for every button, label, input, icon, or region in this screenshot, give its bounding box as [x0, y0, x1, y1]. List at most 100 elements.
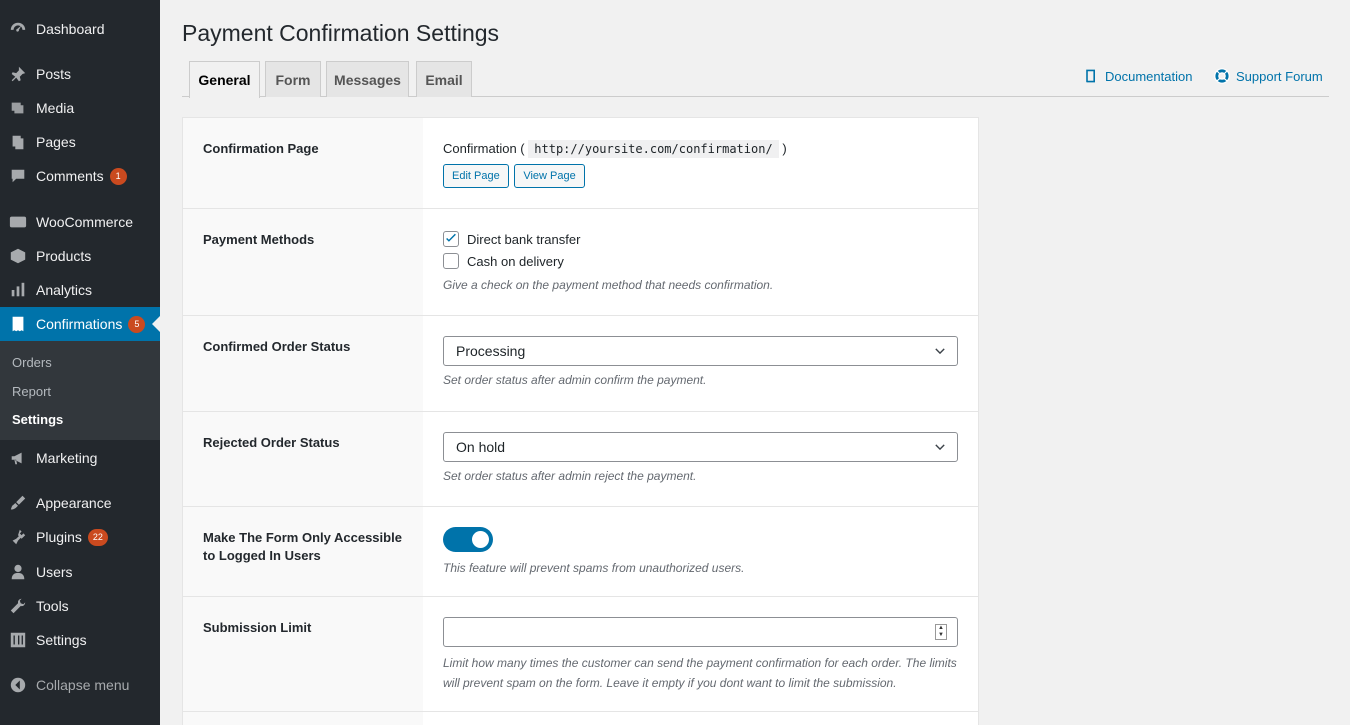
- menu-products[interactable]: Products: [0, 239, 160, 273]
- row-payment-methods: Payment Methods Direct bank transfer Cas…: [183, 209, 978, 316]
- menu-label: Analytics: [36, 282, 93, 298]
- menu-pages[interactable]: Pages: [0, 125, 160, 159]
- submission-limit-description: Limit how many times the customer can se…: [443, 656, 957, 690]
- media-icon: [0, 99, 36, 117]
- menu-label: Settings: [36, 632, 87, 648]
- pin-icon: [0, 65, 36, 83]
- menu-label: Dashboard: [36, 21, 105, 37]
- chevron-down-icon: [935, 444, 945, 451]
- collapse-menu-button[interactable]: Collapse menu: [0, 668, 160, 702]
- menu-tools[interactable]: Tools: [0, 589, 160, 623]
- submenu-report[interactable]: Report: [12, 384, 51, 399]
- confirmation-page-label: Confirmation Page: [183, 118, 423, 208]
- direct-bank-transfer-label: Direct bank transfer: [467, 231, 581, 247]
- menu-posts[interactable]: Posts: [0, 57, 160, 91]
- view-page-button[interactable]: View Page: [514, 164, 585, 188]
- menu-label: Users: [36, 564, 73, 580]
- menu-label: Comments: [36, 168, 104, 184]
- confirmed-status-select[interactable]: Processing: [443, 336, 958, 366]
- checkmark-icon: [446, 233, 456, 242]
- menu-label: Marketing: [36, 450, 98, 466]
- menu-label: Pages: [36, 134, 76, 150]
- user-icon: [0, 563, 36, 581]
- logged-in-description: This feature will prevent spams from una…: [443, 561, 745, 575]
- settings-panel: Confirmation Page Confirmation ( http://…: [182, 117, 979, 725]
- plugins-count-badge: 22: [87, 528, 108, 546]
- confirmation-page-name: Confirmation (: [443, 141, 525, 156]
- number-spinner[interactable]: ▲ ▼: [935, 624, 947, 640]
- support-forum-link[interactable]: Support Forum: [1214, 68, 1323, 84]
- submenu-settings[interactable]: Settings: [12, 412, 63, 427]
- woo-icon: [0, 213, 36, 231]
- lifebuoy-icon: [1214, 68, 1230, 84]
- menu-dashboard[interactable]: Dashboard: [0, 12, 160, 46]
- rejected-status-description: Set order status after admin reject the …: [443, 469, 697, 483]
- direct-bank-transfer-checkbox[interactable]: Direct bank transfer: [443, 231, 958, 247]
- checkbox-checked[interactable]: [443, 231, 459, 247]
- tab-general[interactable]: General: [189, 61, 260, 98]
- menu-label: Plugins: [36, 529, 82, 545]
- menu-analytics[interactable]: Analytics: [0, 273, 160, 307]
- page-title: Payment Confirmation Settings: [182, 20, 500, 46]
- payment-methods-label: Payment Methods: [183, 209, 423, 315]
- menu-confirmations[interactable]: Confirmations 5: [0, 307, 160, 341]
- menu-label: Tools: [36, 598, 69, 614]
- menu-label: Media: [36, 100, 75, 116]
- menu-label: Confirmations: [36, 316, 123, 332]
- confirmed-status-value: Processing: [456, 343, 526, 359]
- confirmations-count-badge: 5: [128, 315, 146, 333]
- payment-methods-description: Give a check on the payment method that …: [443, 278, 774, 292]
- spin-down-icon[interactable]: ▼: [936, 632, 946, 639]
- menu-woocommerce[interactable]: WooCommerce: [0, 205, 160, 239]
- submission-limit-label: Submission Limit: [183, 597, 423, 711]
- menu-label: Appearance: [36, 495, 112, 511]
- menu-plugins[interactable]: Plugins 22: [0, 520, 160, 554]
- admin-sidebar: Dashboard Posts Media Pages Comments 1 W…: [0, 0, 160, 725]
- wrench-icon: [0, 597, 36, 615]
- rejected-status-select[interactable]: On hold: [443, 432, 958, 462]
- pages-icon: [0, 133, 36, 151]
- documentation-label: Documentation: [1105, 68, 1193, 84]
- row-rejected-order-status: Rejected Order Status On hold Set order …: [183, 412, 978, 507]
- logged-in-toggle[interactable]: [443, 527, 493, 552]
- confirmed-status-description: Set order status after admin confirm the…: [443, 373, 707, 387]
- support-forum-label: Support Forum: [1236, 68, 1323, 84]
- menu-comments[interactable]: Comments 1: [0, 159, 160, 193]
- row-logged-in-only: Make The Form Only Accessible to Logged …: [183, 507, 978, 597]
- dashboard-icon: [0, 20, 36, 38]
- menu-settings[interactable]: Settings: [0, 623, 160, 657]
- edit-page-button[interactable]: Edit Page: [443, 164, 509, 188]
- tab-messages[interactable]: Messages: [326, 61, 409, 97]
- logged-in-label: Make The Form Only Accessible to Logged …: [183, 507, 423, 596]
- row-next: [183, 712, 978, 725]
- menu-media[interactable]: Media: [0, 91, 160, 125]
- cash-on-delivery-checkbox[interactable]: Cash on delivery: [443, 253, 958, 269]
- sliders-icon: [0, 631, 36, 649]
- submission-limit-input[interactable]: ▲ ▼: [443, 617, 958, 647]
- paint-icon: [0, 494, 36, 512]
- tab-form[interactable]: Form: [265, 61, 321, 97]
- submenu-orders[interactable]: Orders: [12, 355, 52, 370]
- toggle-knob: [472, 531, 489, 548]
- receipt-icon: [0, 315, 36, 333]
- comment-icon: [0, 167, 36, 185]
- documentation-link[interactable]: Documentation: [1083, 68, 1192, 84]
- rejected-status-label: Rejected Order Status: [183, 412, 423, 506]
- menu-appearance[interactable]: Appearance: [0, 486, 160, 520]
- menu-marketing[interactable]: Marketing: [0, 441, 160, 475]
- row-confirmed-order-status: Confirmed Order Status Processing Set or…: [183, 316, 978, 412]
- menu-users[interactable]: Users: [0, 555, 160, 589]
- box-icon: [0, 247, 36, 265]
- menu-label: Products: [36, 248, 92, 264]
- spin-up-icon[interactable]: ▲: [936, 625, 946, 632]
- confirmations-submenu: Orders Report Settings: [0, 341, 160, 440]
- menu-label: Posts: [36, 66, 72, 82]
- rejected-status-value: On hold: [456, 439, 506, 455]
- confirmation-url: http://yoursite.com/confirmation/: [528, 140, 779, 158]
- tab-email[interactable]: Email: [416, 61, 472, 97]
- plug-icon: [0, 528, 36, 546]
- confirmation-url-close: ): [782, 141, 787, 156]
- chevron-down-icon: [935, 348, 945, 355]
- bar-chart-icon: [0, 281, 36, 299]
- checkbox-unchecked[interactable]: [443, 253, 459, 269]
